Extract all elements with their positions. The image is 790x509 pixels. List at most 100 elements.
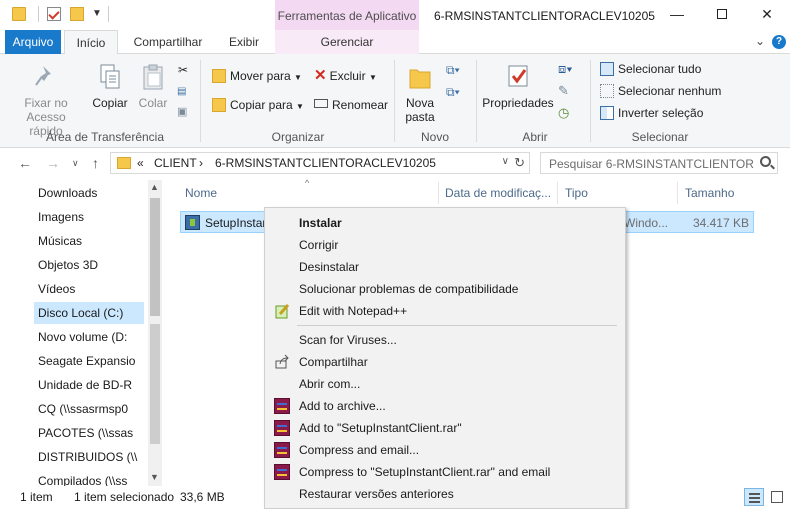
cut-icon[interactable]: ✂ [178,60,188,80]
status-item-count: 1 item [20,490,53,504]
new-folder-icon[interactable] [70,7,84,21]
menu-item-corrigir[interactable]: Corrigir [265,234,625,256]
tab-gerenciar[interactable]: Gerenciar [275,30,419,54]
scrollbar-thumb[interactable] [150,198,160,316]
invert-selection-button[interactable]: Inverter seleção [600,103,703,123]
winrar-icon [274,442,290,458]
menu-item-abrir-com[interactable]: Abrir com... [265,373,625,395]
breadcrumb-client[interactable]: CLIENT [154,156,197,170]
minimize-button[interactable]: — [665,4,689,24]
nav-item-videos[interactable]: Vídeos [38,278,148,300]
tab-exibir[interactable]: Exibir [220,30,268,54]
easy-access-icon[interactable]: ⧉▾ [446,82,460,102]
nav-item-unidade-bd[interactable]: Unidade de BD-R [38,374,148,396]
tab-inicio[interactable]: Início [64,30,118,55]
chevron-down-icon[interactable]: ▼ [92,8,102,19]
breadcrumb-overflow[interactable]: « [137,156,144,170]
menu-item-instalar[interactable]: Instalar [265,212,625,234]
rename-button[interactable]: Renomear [314,95,388,115]
select-none-button[interactable]: Selecionar nenhum [600,81,721,101]
menu-item-compartilhar[interactable]: Compartilhar [265,351,625,373]
copy-path-icon[interactable]: ▤ [177,82,186,102]
move-to-label: Mover para [230,69,291,83]
breadcrumb-current[interactable]: 6-RMSINSTANTCLIENTORACLEV10205 [215,156,436,170]
forward-arrow-icon[interactable]: → [46,155,60,171]
nav-item-seagate[interactable]: Seagate Expansio [38,350,148,372]
address-bar[interactable]: « CLIENT › 6-RMSINSTANTCLIENTORACLEV1020… [110,152,530,174]
open-app-icon[interactable]: ⧈▾ [558,59,573,79]
search-input[interactable]: Pesquisar 6-RMSINSTANTCLIENTOR... [549,157,754,171]
scroll-up-icon[interactable]: ▲ [150,182,159,192]
paste-button[interactable]: Colar [134,62,172,110]
menu-item-add-archive[interactable]: Add to archive... [265,395,625,417]
menu-item-compatibilidade[interactable]: Solucionar problemas de compatibilidade [265,278,625,300]
pin-quick-access-button[interactable]: Fixar no Acesso rápido [10,62,82,138]
column-header-name[interactable]: Nome [185,186,217,200]
paste-shortcut-icon[interactable]: ▣ [177,102,187,122]
menu-item-desinstalar[interactable]: Desinstalar [265,256,625,278]
tab-arquivo[interactable]: Arquivo [5,30,61,54]
delete-button[interactable]: ✕ Excluir ▼ [314,66,377,86]
move-to-button[interactable]: Mover para ▼ [212,66,302,86]
column-header-type[interactable]: Tipo [565,186,588,200]
address-dropdown-icon[interactable]: ∨ [502,156,509,167]
nav-item-pacotes[interactable]: PACOTES (\\ssas [38,422,148,444]
copy-button[interactable]: Copiar [90,62,130,110]
winrar-icon [274,420,290,436]
nav-item-novo-volume[interactable]: Novo volume (D: [38,326,148,348]
group-label-open: Abrir [522,130,548,144]
nav-item-label: Seagate Expansio [38,354,136,368]
menu-item-compress-rar-email[interactable]: Compress to "SetupInstantClient.rar" and… [265,461,625,483]
new-item-icon[interactable]: ⧉▾ [446,60,460,80]
nav-item-imagens[interactable]: Imagens [38,206,148,228]
context-tab-header: Ferramentas de Aplicativo [275,0,419,30]
column-header-size[interactable]: Tamanho [685,186,734,200]
winrar-icon [274,398,290,414]
nav-item-downloads[interactable]: Downloads [38,182,148,204]
back-arrow-icon[interactable]: ← [18,155,32,171]
history-icon[interactable]: ◷ [558,103,569,123]
close-button[interactable]: ✕ [755,4,779,24]
help-icon[interactable]: ? [772,35,786,49]
refresh-icon[interactable]: ↻ [514,155,525,171]
menu-item-scan[interactable]: Scan for Viruses... [265,329,625,351]
ribbon-tabs: Arquivo Início Compartilhar Exibir Geren… [0,30,790,55]
breadcrumb-separator[interactable]: › [199,156,203,170]
new-folder-button[interactable]: Nova pasta [400,62,440,124]
properties-button[interactable]: Propriedades [482,62,554,110]
scroll-down-icon[interactable]: ▼ [150,472,159,482]
maximize-button[interactable] [710,4,734,24]
column-divider[interactable] [677,182,678,204]
search-box[interactable]: Pesquisar 6-RMSINSTANTCLIENTOR... [540,152,778,174]
nav-item-distribuidos[interactable]: DISTRIBUIDOS (\\ [38,446,148,468]
nav-item-label: Disco Local (C:) [38,306,124,320]
nav-item-objetos-3d[interactable]: Objetos 3D [38,254,148,276]
recent-chevron-down-icon[interactable]: ∨ [72,158,79,169]
copy-to-button[interactable]: Copiar para ▼ [212,95,304,115]
nav-item-label: Unidade de BD-R [38,378,133,392]
nav-item-musicas[interactable]: Músicas [38,230,148,252]
large-icons-view-button[interactable] [768,488,788,506]
nav-scrollbar[interactable]: ▲ ▼ [148,180,162,486]
column-divider[interactable] [557,182,558,204]
properties-check-icon[interactable] [47,7,61,21]
divider [108,6,109,22]
chevron-down-icon: ▼ [294,73,302,82]
column-divider[interactable] [438,182,439,204]
edit-icon[interactable]: ✎ [558,81,569,101]
details-view-button[interactable] [744,488,764,506]
status-selected: 1 item selecionado [74,490,175,504]
select-all-button[interactable]: Selecionar tudo [600,59,701,79]
menu-item-notepad[interactable]: Edit with Notepad++ [265,300,625,322]
folder-icon[interactable] [12,7,26,21]
menu-item-compress-email[interactable]: Compress and email... [265,439,625,461]
tab-compartilhar[interactable]: Compartilhar [126,30,210,54]
up-arrow-icon[interactable]: ↑ [92,155,99,171]
ribbon-expand-chevron-icon[interactable]: ⌄ [755,34,765,48]
nav-item-cq[interactable]: CQ (\\ssasrmsp0 [38,398,148,420]
menu-item-add-rar[interactable]: Add to "SetupInstantClient.rar" [265,417,625,439]
menu-item-restaurar[interactable]: Restaurar versões anteriores [265,483,625,505]
nav-item-disco-local[interactable]: Disco Local (C:) [34,302,144,324]
tiles-view-icon [771,491,783,503]
column-header-date[interactable]: Data de modificaç... [445,186,551,200]
